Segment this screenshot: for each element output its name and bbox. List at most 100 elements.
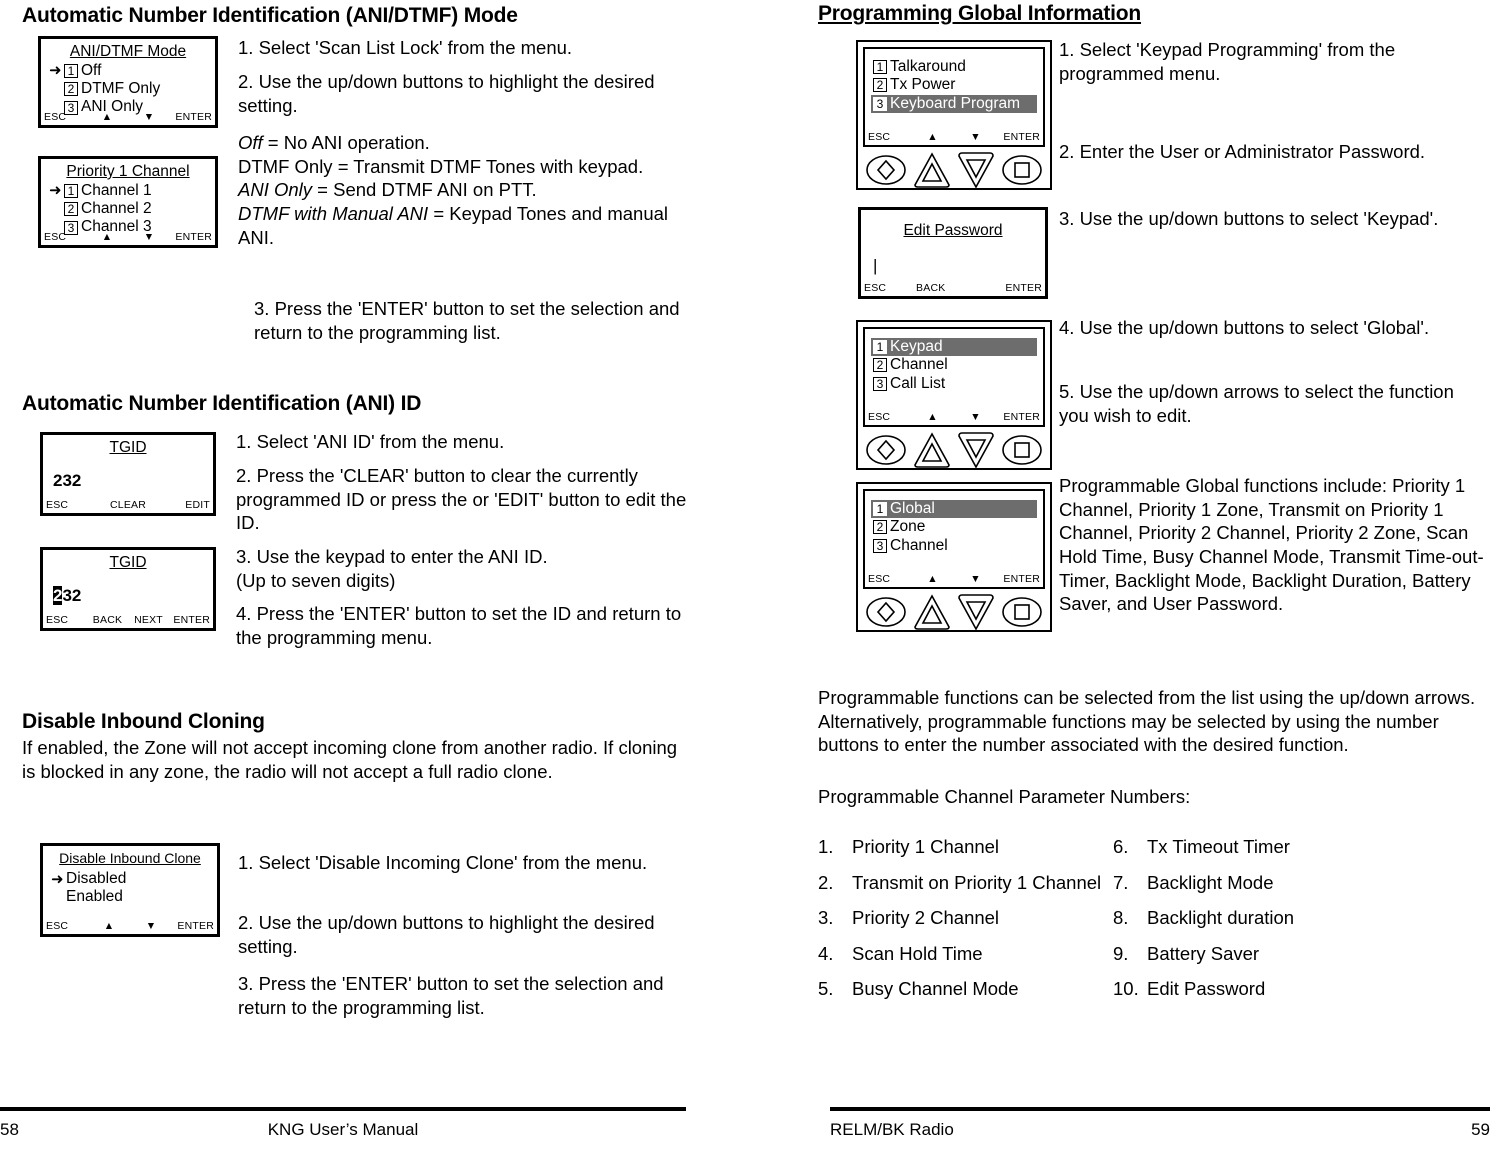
definition-ani-only: ANI Only = Send DTMF ANI on PTT. xyxy=(238,178,688,202)
disable-cloning-intro: If enabled, the Zone will not accept inc… xyxy=(22,737,678,782)
diamond-button[interactable] xyxy=(865,432,907,468)
parameter-list-heading: Programmable Channel Parameter Numbers: xyxy=(818,786,1191,807)
parameter-number: 5. xyxy=(818,978,834,999)
selection-method-paragraph: Programmable functions can be selected f… xyxy=(818,687,1476,756)
softkey-enter[interactable]: ENTER xyxy=(997,411,1040,423)
parameter-number: 2. xyxy=(818,871,834,893)
softkey-esc[interactable]: ESC xyxy=(44,231,86,243)
selection-arrow-icon: ➜ xyxy=(51,870,64,888)
lcd-list-item[interactable]: 2 Zone xyxy=(871,518,1037,536)
lcd-list-item[interactable]: 2 Tx Power xyxy=(871,76,1037,94)
up-arrow-button[interactable] xyxy=(912,593,952,631)
diamond-button[interactable] xyxy=(865,152,907,188)
item-number: 3 xyxy=(873,376,887,391)
lcd-list-item[interactable]: ➜ 1 Channel 1 xyxy=(47,182,209,200)
definition-text: = No ANI operation. xyxy=(262,132,430,153)
softkey-down-icon[interactable]: ▼ xyxy=(954,573,997,585)
instruction-step-2: 2. Use the up/down buttons to highlight … xyxy=(238,71,655,116)
softkey-esc[interactable]: ESC xyxy=(868,131,911,143)
softkey-down-icon[interactable]: ▼ xyxy=(128,111,170,123)
lcd-title: Disable Inbound Clone xyxy=(59,850,201,866)
lcd-list-item[interactable]: 2 Channel xyxy=(871,356,1037,374)
up-arrow-button[interactable] xyxy=(912,431,952,469)
softkey-esc[interactable]: ESC xyxy=(46,920,88,932)
lcd-row-list: 1 Keypad 2 Channel 3 Call List xyxy=(871,338,1037,393)
item-label: Channel 2 xyxy=(81,200,152,218)
instruction-step-3: 3. Use the up/down buttons to select 'Ke… xyxy=(1059,208,1439,229)
instruction-step-4: 4. Press the 'ENTER' button to set the I… xyxy=(236,603,682,648)
square-button[interactable] xyxy=(1001,432,1043,468)
lcd-list-item[interactable]: 2 Channel 2 xyxy=(47,200,209,218)
down-arrow-button[interactable] xyxy=(956,151,996,189)
softkey-bar: ESC ▲ ▼ ENTER xyxy=(865,131,1043,143)
lcd-list-item[interactable]: 2 DTMF Only xyxy=(47,80,209,98)
softkey-next[interactable]: NEXT xyxy=(128,614,169,626)
softkey-down-icon[interactable]: ▼ xyxy=(954,411,997,423)
lcd-list-item[interactable]: Enabled xyxy=(49,888,211,906)
lcd-list-item[interactable]: 3 Channel xyxy=(871,537,1037,555)
softkey-up-icon[interactable]: ▲ xyxy=(911,411,954,423)
parameter-item: 1. Priority 1 Channel xyxy=(818,837,1113,857)
softkey-esc[interactable]: ESC xyxy=(44,111,86,123)
parameter-number-list: 1. Priority 1 Channel 2. Transmit on Pri… xyxy=(818,837,1490,1016)
softkey-up-icon[interactable]: ▲ xyxy=(86,111,128,123)
global-functions-paragraph: Programmable Global functions include: P… xyxy=(1059,475,1484,615)
lcd-list-item[interactable]: ➜ 1 Off xyxy=(47,62,209,80)
parameter-number: 9. xyxy=(1113,942,1129,964)
softkey-up-icon[interactable]: ▲ xyxy=(911,573,954,585)
softkey-esc[interactable]: ESC xyxy=(46,499,101,511)
parameter-number: 7. xyxy=(1113,871,1129,893)
softkey-up-icon[interactable]: ▲ xyxy=(88,920,130,932)
parameter-item: 2. Transmit on Priority 1 Channel xyxy=(818,871,1113,893)
lcd-screen-edit-password: Edit Password | ESC BACK ENTER xyxy=(858,207,1048,299)
instruction-step-4: 4. Use the up/down buttons to select 'Gl… xyxy=(1059,317,1430,338)
softkey-down-icon[interactable]: ▼ xyxy=(130,920,172,932)
radio-device-keypad-menu: 1 Keypad 2 Channel 3 Call List ESC ▲ ▼ E… xyxy=(856,320,1052,470)
square-button[interactable] xyxy=(1001,152,1043,188)
lcd-list-item[interactable]: 3 Call List xyxy=(871,375,1037,393)
up-arrow-button[interactable] xyxy=(912,151,952,189)
softkey-up-icon[interactable]: ▲ xyxy=(911,131,954,143)
down-arrow-button[interactable] xyxy=(956,593,996,631)
softkey-enter[interactable]: ENTER xyxy=(170,111,212,123)
definition-text: = Send DTMF ANI on PTT. xyxy=(312,179,537,201)
diamond-button[interactable] xyxy=(865,594,907,630)
softkey-back[interactable]: BACK xyxy=(87,614,128,626)
parameter-item: 9. Battery Saver xyxy=(1113,942,1294,964)
softkey-enter[interactable]: ENTER xyxy=(172,920,214,932)
lcd-list-item-selected[interactable]: 1 Keypad xyxy=(871,338,1037,357)
lcd-list-item[interactable]: ➜ Disabled xyxy=(49,870,211,888)
lcd-list-item-selected[interactable]: 1 Global xyxy=(871,500,1037,519)
softkey-down-icon[interactable]: ▼ xyxy=(954,131,997,143)
softkey-clear[interactable]: CLEAR xyxy=(101,499,156,511)
password-text-cursor[interactable]: | xyxy=(867,256,1039,276)
softkey-enter[interactable]: ENTER xyxy=(998,282,1043,294)
lcd-screen-priority-1-channel: Priority 1 Channel ➜ 1 Channel 1 2 Chann… xyxy=(38,156,218,248)
softkey-up-icon[interactable]: ▲ xyxy=(86,231,128,243)
item-number: 2 xyxy=(64,202,78,217)
heading-programming-global-information: Programming Global Information xyxy=(818,2,1142,25)
item-label: Global xyxy=(890,500,935,517)
softkey-enter[interactable]: ENTER xyxy=(170,231,212,243)
lcd-list-item[interactable]: 1 Talkaround xyxy=(871,58,1037,76)
softkey-enter[interactable]: ENTER xyxy=(997,573,1040,585)
parameter-label: Priority 2 Channel xyxy=(852,907,1000,928)
softkey-enter[interactable]: ENTER xyxy=(169,614,210,626)
item-number: 1 xyxy=(873,502,887,517)
softkey-back[interactable]: BACK xyxy=(909,282,954,294)
down-arrow-button[interactable] xyxy=(956,431,996,469)
instruction-step-3: 3. Press the 'ENTER' button to set the s… xyxy=(238,973,664,1018)
softkey-edit[interactable]: EDIT xyxy=(155,499,210,511)
softkey-esc[interactable]: ESC xyxy=(868,411,911,423)
softkey-bar: ESC ▲ ▼ ENTER xyxy=(865,411,1043,423)
item-label: Zone xyxy=(890,518,926,536)
softkey-esc[interactable]: ESC xyxy=(864,282,909,294)
softkey-esc[interactable]: ESC xyxy=(868,573,911,585)
item-label: Off xyxy=(81,61,102,79)
softkey-enter[interactable]: ENTER xyxy=(997,131,1040,143)
lcd-list-item-selected[interactable]: 3 Keyboard Program xyxy=(871,94,1037,113)
square-button[interactable] xyxy=(1001,594,1043,630)
softkey-esc[interactable]: ESC xyxy=(46,614,87,626)
softkey-down-icon[interactable]: ▼ xyxy=(128,231,170,243)
item-label: Disabled xyxy=(66,870,127,888)
